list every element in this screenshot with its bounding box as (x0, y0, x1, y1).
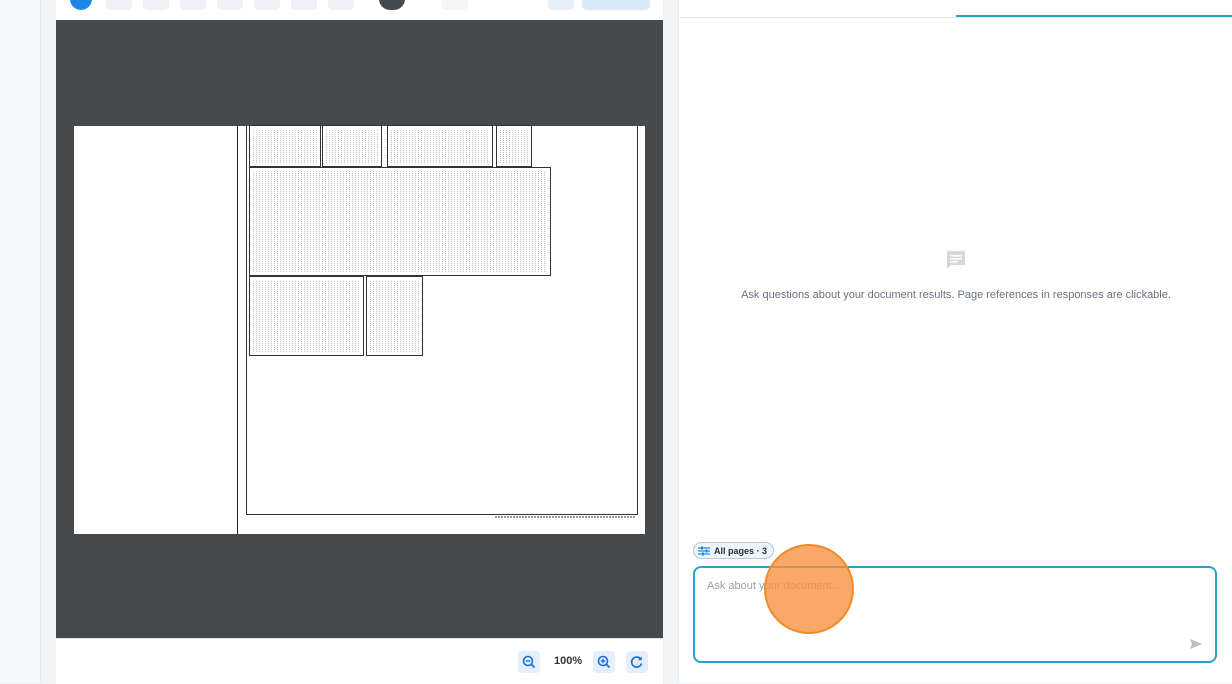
toolbar-tool-button[interactable] (106, 0, 132, 10)
page-scope-chip[interactable]: All pages · 3 (693, 542, 775, 559)
zoom-in-icon (597, 655, 611, 669)
page-thumbnail (496, 125, 532, 167)
toolbar-tool-button[interactable] (143, 0, 169, 10)
tab-divider (679, 17, 1232, 18)
page-divider (237, 126, 238, 534)
chat-panel: Ask questions about your document result… (678, 0, 1232, 683)
page-scope-label: All pages · 3 (714, 545, 768, 556)
page-thumbnail (249, 125, 321, 167)
zoom-out-icon (522, 655, 536, 669)
toolbar-tool-button[interactable] (291, 0, 317, 10)
page-footer-text (495, 516, 635, 518)
left-gutter (0, 0, 41, 683)
page-content-frame (246, 125, 638, 515)
toolbar-tool-button[interactable] (442, 0, 468, 10)
refresh-icon (630, 656, 643, 668)
toolbar-tool-button[interactable] (254, 0, 280, 10)
toolbar-action-button[interactable] (582, 0, 650, 10)
toolbar-tool-button[interactable] (180, 0, 206, 10)
toolbar-tool-button[interactable] (328, 0, 354, 10)
empty-state-message: Ask questions about your document result… (741, 289, 1171, 301)
toolbar-tool-button[interactable] (217, 0, 243, 10)
tune-icon (698, 546, 710, 555)
color-picker-button[interactable] (379, 0, 405, 10)
chat-bubble-icon (947, 251, 965, 269)
send-icon[interactable] (1189, 637, 1203, 651)
page-thumbnail (322, 125, 382, 167)
pdf-page (74, 125, 645, 534)
page-canvas[interactable] (56, 20, 663, 638)
zoom-in-button[interactable] (593, 651, 615, 673)
page-thumbnail (366, 276, 423, 356)
toolbar-tool-button[interactable] (70, 0, 92, 10)
zoom-bar: 100% (56, 638, 663, 684)
viewer-toolbar (56, 0, 663, 20)
zoom-level: 100% (554, 655, 583, 667)
toolbar-tool-button[interactable] (548, 0, 574, 10)
reset-zoom-button[interactable] (626, 651, 648, 673)
chat-input-box (693, 566, 1217, 663)
page-thumbnail (387, 125, 493, 167)
chat-input[interactable] (705, 578, 1149, 642)
zoom-out-button[interactable] (518, 651, 540, 673)
page-thumbnail (249, 167, 551, 276)
active-tab-indicator (956, 15, 1232, 17)
document-viewer: 100% (56, 0, 663, 684)
page-thumbnail (249, 276, 364, 356)
